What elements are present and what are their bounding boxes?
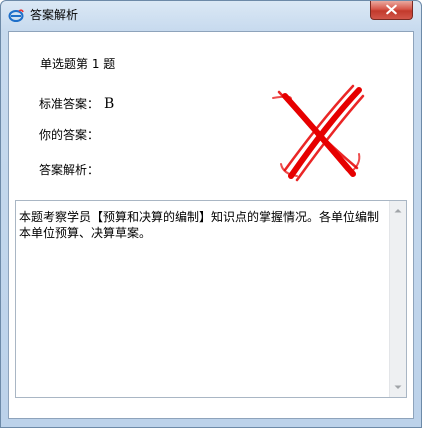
analysis-label: 答案解析： [39,163,100,177]
window-title: 答案解析 [30,8,79,22]
your-answer-label: 你的答案： [39,128,100,142]
app-logo-icon [8,9,24,22]
dialog-content: 单选题第 1 题 标准答案： B 你的答案： 答案解析： 本题考察学员【预算和决… [8,31,414,419]
wrong-x-icon [272,84,365,182]
vertical-scrollbar[interactable] [389,201,406,397]
question-header: 单选题第 1 题 [40,57,116,71]
answer-analysis-window: 答案解析 单选题第 1 题 标准答案： B 你的答案： 答案解析： 本题考察学员… [0,0,422,428]
close-button[interactable] [370,1,413,20]
analysis-textarea[interactable]: 本题考察学员【预算和决算的编制】知识点的掌握情况。各单位编制本单位预算、决算草案… [15,200,407,398]
standard-answer-value: B [104,96,115,112]
title-bar[interactable]: 答案解析 [1,1,421,29]
close-icon [386,4,397,15]
scroll-up-icon[interactable] [390,203,406,219]
standard-answer-label: 标准答案： [39,97,100,111]
scroll-down-icon[interactable] [390,379,406,395]
analysis-text: 本题考察学员【预算和决算的编制】知识点的掌握情况。各单位编制本单位预算、决算草案… [19,210,380,240]
